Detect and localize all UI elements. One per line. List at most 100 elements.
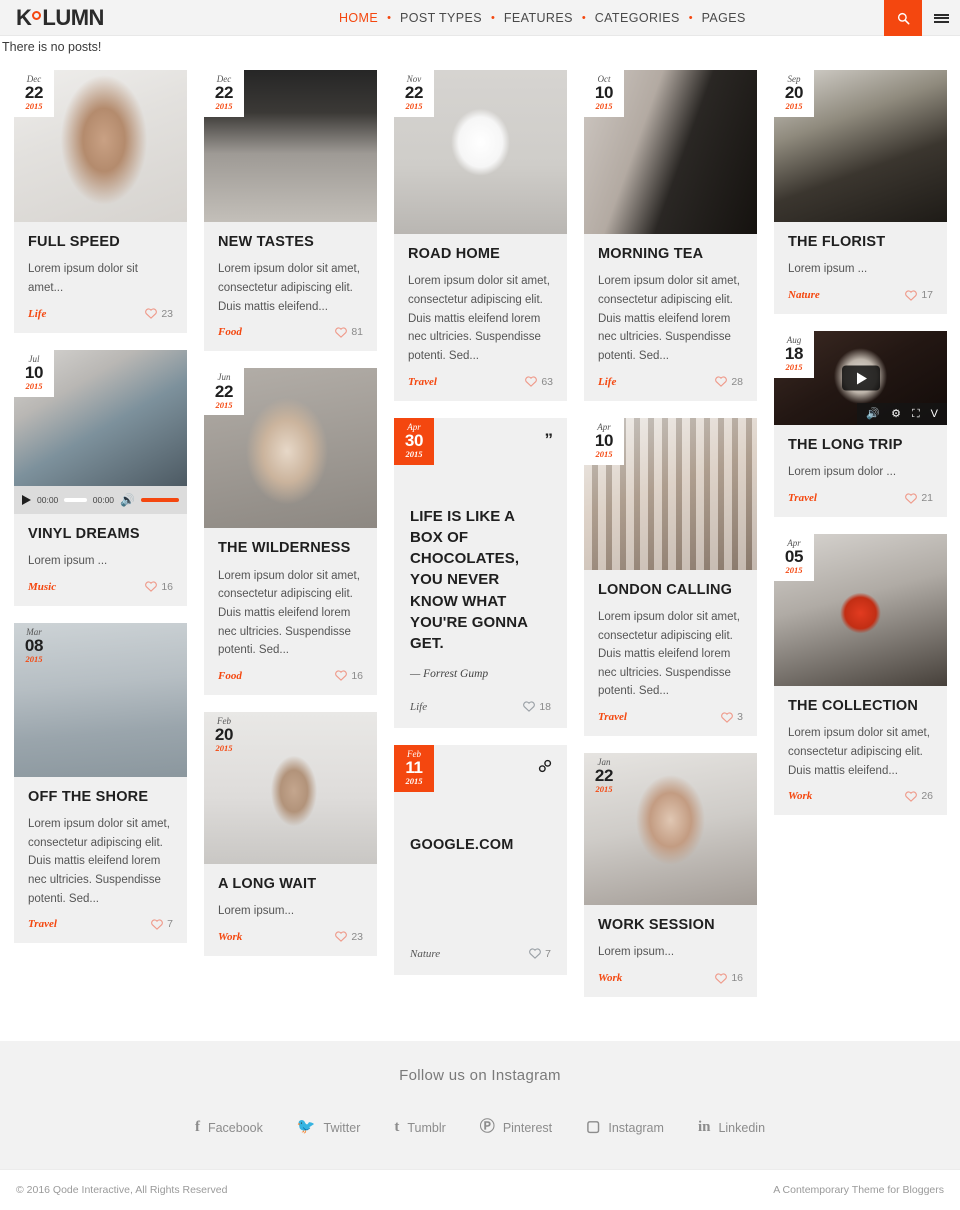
- post-category[interactable]: Nature: [410, 948, 440, 960]
- post-card-work-session[interactable]: Jan 22 2015 WORK SESSION Lorem ipsum... …: [584, 753, 757, 998]
- like-counter[interactable]: 3: [721, 711, 743, 723]
- like-counter[interactable]: 23: [335, 931, 363, 943]
- post-title[interactable]: MORNING TEA: [598, 246, 743, 263]
- post-category[interactable]: Nature: [788, 289, 820, 301]
- nav-item-categories[interactable]: CATEGORIES: [586, 11, 689, 25]
- like-counter[interactable]: 16: [335, 670, 363, 682]
- post-thumbnail[interactable]: Dec 22 2015: [14, 70, 187, 222]
- post-category[interactable]: Work: [788, 790, 812, 802]
- nav-item-features[interactable]: FEATURES: [495, 11, 582, 25]
- post-title[interactable]: ROAD HOME: [408, 246, 553, 263]
- post-card-quote[interactable]: Apr 30 2015 ” LIFE IS LIKE A BOX OF CHOC…: [394, 417, 567, 728]
- post-card-the-florist[interactable]: Sep 20 2015 THE FLORIST Lorem ipsum ... …: [774, 70, 947, 315]
- gear-icon[interactable]: ⚙: [891, 408, 901, 420]
- post-card-the-long-trip[interactable]: Aug 18 2015 🔊 ⚙ ⛶ V THE LONG TRIP Lorem …: [774, 331, 947, 518]
- post-card-off-the-shore[interactable]: Mar 08 2015 OFF THE SHORE Lorem ipsum do…: [14, 622, 187, 944]
- like-counter[interactable]: 17: [905, 289, 933, 301]
- post-category[interactable]: Life: [598, 376, 616, 388]
- post-thumbnail[interactable]: Mar 08 2015: [14, 622, 187, 777]
- like-counter[interactable]: 26: [905, 790, 933, 802]
- post-card-a-long-wait[interactable]: Feb 20 2015 A LONG WAIT Lorem ipsum... W…: [204, 711, 377, 956]
- social-link-pinterest[interactable]: Ⓟ Pinterest: [480, 1120, 552, 1135]
- post-card-link[interactable]: Feb 11 2015 GOOGLE.COM Nature 7: [394, 744, 567, 975]
- search-button[interactable]: [884, 0, 922, 36]
- volume-icon[interactable]: 🔊: [866, 408, 880, 420]
- post-card-vinyl-dreams[interactable]: Jul 10 2015 00:00 00:00 🔊 VINYL DREAMS L…: [14, 349, 187, 606]
- post-card-the-wilderness[interactable]: Jun 22 2015 THE WILDERNESS Lorem ipsum d…: [204, 368, 377, 695]
- post-title[interactable]: THE LONG TRIP: [788, 437, 933, 454]
- post-thumbnail[interactable]: Apr 05 2015: [774, 534, 947, 687]
- audio-player[interactable]: 00:00 00:00 🔊: [14, 485, 187, 514]
- link-title[interactable]: GOOGLE.COM: [410, 837, 551, 853]
- like-counter[interactable]: 21: [905, 492, 933, 504]
- post-category[interactable]: Work: [218, 931, 242, 943]
- social-link-facebook[interactable]: f Facebook: [195, 1120, 263, 1135]
- like-counter[interactable]: 63: [525, 376, 553, 388]
- post-title[interactable]: THE FLORIST: [788, 234, 933, 251]
- post-thumbnail[interactable]: Sep 20 2015: [774, 70, 947, 222]
- post-title[interactable]: A LONG WAIT: [218, 876, 363, 893]
- social-link-tumblr[interactable]: t Tumblr: [394, 1120, 445, 1135]
- post-category[interactable]: Travel: [408, 376, 437, 388]
- post-thumbnail[interactable]: Nov 22 2015: [394, 70, 567, 234]
- post-thumbnail[interactable]: Oct 10 2015: [584, 70, 757, 234]
- vimeo-icon[interactable]: V: [931, 408, 938, 420]
- post-title[interactable]: NEW TASTES: [218, 234, 363, 251]
- post-category[interactable]: Work: [598, 972, 622, 984]
- post-card-london-calling[interactable]: Apr 10 2015 LONDON CALLING Lorem ipsum d…: [584, 417, 757, 737]
- post-category[interactable]: Food: [218, 670, 242, 682]
- play-icon[interactable]: [22, 494, 31, 505]
- post-card-morning-tea[interactable]: Oct 10 2015 MORNING TEA Lorem ipsum dolo…: [584, 70, 757, 401]
- post-thumbnail[interactable]: Dec 22 2015: [204, 70, 377, 222]
- like-counter[interactable]: 7: [151, 918, 173, 930]
- date-badge: Apr 10 2015: [584, 417, 624, 465]
- nav-item-pages[interactable]: PAGES: [693, 11, 755, 25]
- post-thumbnail[interactable]: Feb 20 2015: [204, 711, 377, 864]
- post-content: LONDON CALLING Lorem ipsum dolor sit ame…: [584, 570, 757, 737]
- post-category[interactable]: Life: [28, 308, 46, 320]
- post-category[interactable]: Food: [218, 326, 242, 338]
- like-counter[interactable]: 81: [335, 326, 363, 338]
- post-card-new-tastes[interactable]: Dec 22 2015 NEW TASTES Lorem ipsum dolor…: [204, 70, 377, 352]
- post-title[interactable]: WORK SESSION: [598, 917, 743, 934]
- audio-progress-slider[interactable]: [64, 497, 87, 502]
- hamburger-menu-button[interactable]: [922, 0, 960, 36]
- volume-slider[interactable]: [141, 497, 179, 502]
- post-card-the-collection[interactable]: Apr 05 2015 THE COLLECTION Lorem ipsum d…: [774, 534, 947, 816]
- post-category[interactable]: Travel: [598, 711, 627, 723]
- post-title[interactable]: VINYL DREAMS: [28, 526, 173, 543]
- date-day: 20: [214, 725, 234, 745]
- social-label: Facebook: [207, 1120, 263, 1135]
- nav-item-post-types[interactable]: POST TYPES: [391, 11, 491, 25]
- post-thumbnail[interactable]: Jun 22 2015: [204, 368, 377, 529]
- post-thumbnail[interactable]: Apr 10 2015: [584, 417, 757, 570]
- like-counter[interactable]: 23: [145, 308, 173, 320]
- post-title[interactable]: FULL SPEED: [28, 234, 173, 251]
- post-category[interactable]: Travel: [28, 918, 57, 930]
- social-link-instagram[interactable]: ▢ Instagram: [586, 1120, 664, 1135]
- like-counter[interactable]: 28: [715, 376, 743, 388]
- post-title[interactable]: OFF THE SHORE: [28, 789, 173, 806]
- like-counter[interactable]: 18: [523, 701, 551, 713]
- post-card-full-speed[interactable]: Dec 22 2015 FULL SPEED Lorem ipsum dolor…: [14, 70, 187, 333]
- volume-icon[interactable]: 🔊: [120, 494, 135, 506]
- post-video-thumbnail[interactable]: Aug 18 2015 🔊 ⚙ ⛶ V: [774, 331, 947, 426]
- post-title[interactable]: THE WILDERNESS: [218, 540, 363, 557]
- like-counter[interactable]: 7: [529, 948, 551, 960]
- post-thumbnail[interactable]: Jan 22 2015: [584, 753, 757, 906]
- fullscreen-icon[interactable]: ⛶: [912, 408, 920, 420]
- post-title[interactable]: THE COLLECTION: [788, 698, 933, 715]
- social-link-twitter[interactable]: 🐦 Twitter: [297, 1120, 361, 1135]
- post-title[interactable]: LONDON CALLING: [598, 582, 743, 599]
- site-logo[interactable]: K LUMN: [16, 6, 104, 29]
- post-thumbnail[interactable]: Jul 10 2015: [14, 349, 187, 486]
- nav-item-home[interactable]: HOME: [330, 11, 387, 25]
- post-category[interactable]: Music: [28, 581, 56, 593]
- post-category[interactable]: Travel: [788, 492, 817, 504]
- like-counter[interactable]: 16: [715, 972, 743, 984]
- social-link-linkedin[interactable]: in Linkedin: [698, 1120, 765, 1135]
- post-category[interactable]: Life: [410, 701, 427, 713]
- like-counter[interactable]: 16: [145, 581, 173, 593]
- video-play-button[interactable]: [841, 365, 880, 391]
- post-card-road-home[interactable]: Nov 22 2015 ROAD HOME Lorem ipsum dolor …: [394, 70, 567, 401]
